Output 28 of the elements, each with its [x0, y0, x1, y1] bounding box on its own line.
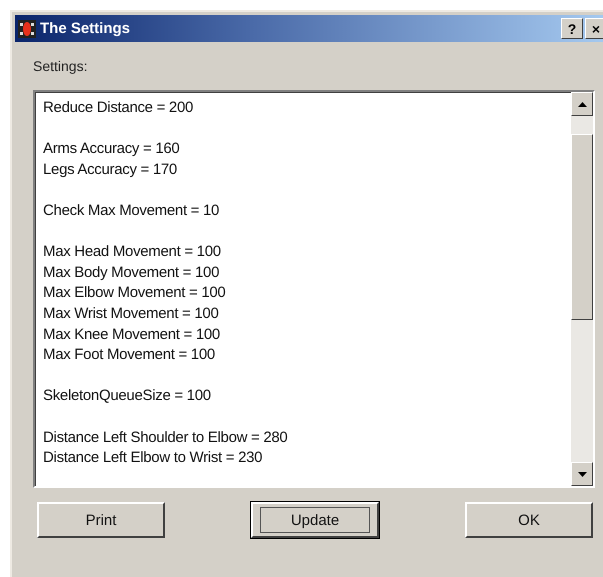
window-title: The Settings	[40, 20, 132, 37]
scroll-down-button[interactable]	[571, 462, 593, 486]
setting-line: Max Head Movement = 100	[43, 242, 222, 262]
app-icon	[18, 20, 36, 38]
settings-text-area[interactable]	[33, 90, 595, 488]
dialog-button[interactable]: Update	[251, 502, 379, 538]
down-arrow-icon	[578, 472, 586, 476]
scroll-thumb[interactable]	[571, 134, 593, 320]
setting-line: Arms Accuracy = 160	[43, 139, 180, 160]
up-arrow-icon	[578, 102, 586, 106]
dialog-button[interactable]: Print	[37, 502, 165, 538]
setting-line: Distance Left Elbow to Wrist = 230	[43, 448, 264, 468]
setting-line: Max Elbow Movement = 100	[43, 283, 226, 304]
scrollbar[interactable]	[571, 92, 593, 486]
setting-line: Max Wrist Movement = 100	[43, 304, 220, 324]
setting-line: Check Max Movement = 10	[43, 200, 220, 221]
setting-line: Max Knee Movement = 100	[43, 324, 221, 345]
help-button[interactable]: ?	[561, 18, 583, 39]
setting-line: Distance Left Shoulder to Elbow = 280	[43, 428, 288, 448]
setting-line: SkeletonQueueSize = 100	[43, 386, 212, 406]
setting-line: Reduce Distance = 200	[43, 98, 194, 118]
setting-line: Max Body Movement = 100	[43, 262, 220, 283]
dialog-button[interactable]: OK	[465, 502, 593, 538]
scroll-up-button[interactable]	[571, 92, 593, 116]
settings-label: Settings:	[33, 58, 88, 76]
setting-line: Max Foot Movement = 100	[43, 345, 216, 366]
close-button[interactable]: ×	[585, 18, 603, 39]
setting-line: Legs Accuracy = 170	[43, 160, 178, 180]
